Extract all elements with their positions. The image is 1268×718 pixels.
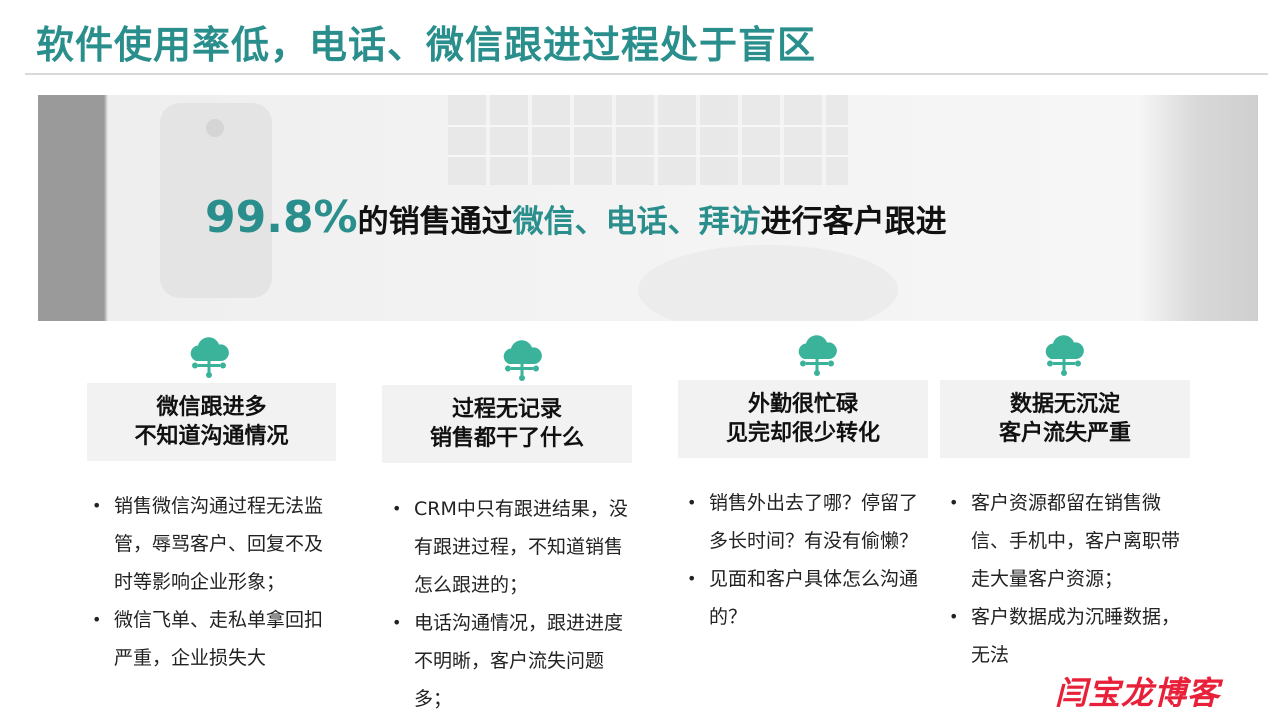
cloud-network-icon bbox=[190, 337, 229, 378]
list-item: CRM中只有跟进结果，没有跟进过程，不知道销售怎么跟进的； bbox=[392, 490, 632, 604]
cloud-network-icon bbox=[503, 340, 542, 381]
banner-phone-camera bbox=[206, 119, 224, 137]
watermark-logo: 闫宝龙博客 bbox=[1055, 674, 1221, 712]
title-divider bbox=[25, 73, 1268, 75]
card-heading-2: 过程无记录 销售都干了什么 bbox=[382, 385, 632, 463]
list-item: 客户资源都留在销售微信、手机中，客户离职带走大量客户资源； bbox=[949, 484, 1189, 598]
banner-hand-image bbox=[638, 245, 898, 321]
list-item: 客户数据成为沉睡数据，无法 bbox=[949, 598, 1189, 674]
card-heading-1: 微信跟进多 不知道沟通情况 bbox=[87, 383, 336, 461]
card-list-2: CRM中只有跟进结果，没有跟进过程，不知道销售怎么跟进的； 电话沟通情况，跟进进… bbox=[392, 490, 632, 718]
banner-keyboard-image bbox=[448, 95, 848, 185]
stat-highlight: 微信、电话、拜访 bbox=[512, 204, 761, 240]
card-heading-4: 数据无沉淀 客户流失严重 bbox=[940, 380, 1190, 458]
card-list-4: 客户资源都留在销售微信、手机中，客户离职带走大量客户资源； 客户数据成为沉睡数据… bbox=[949, 484, 1189, 674]
card-list-1: 销售微信沟通过程无法监管，辱骂客户、回复不及时等影响企业形象； 微信飞单、走私单… bbox=[92, 487, 337, 677]
stat-text-before: 的销售通过 bbox=[357, 204, 513, 240]
list-item: 见面和客户具体怎么沟通的？ bbox=[687, 560, 927, 636]
list-item: 微信飞单、走私单拿回扣严重，企业损失大 bbox=[92, 601, 337, 677]
list-item: 销售外出去了哪？停留了多长时间？有没有偷懒？ bbox=[687, 484, 927, 560]
cloud-network-icon bbox=[798, 335, 837, 376]
stat-text-after: 进行客户跟进 bbox=[760, 204, 947, 240]
list-item: 电话沟通情况，跟进进度不明晰，客户流失问题多； bbox=[392, 604, 632, 718]
hero-statement: 99.8%的销售通过微信、电话、拜访进行客户跟进 bbox=[205, 192, 947, 243]
list-item: 销售微信沟通过程无法监管，辱骂客户、回复不及时等影响企业形象； bbox=[92, 487, 337, 601]
card-heading-3: 外勤很忙碌 见完却很少转化 bbox=[678, 380, 928, 458]
page-title: 软件使用率低，电话、微信跟进过程处于盲区 bbox=[36, 23, 817, 67]
stat-percent: 99.8% bbox=[205, 192, 358, 243]
cloud-network-icon bbox=[1045, 335, 1084, 376]
card-list-3: 销售外出去了哪？停留了多长时间？有没有偷懒？ 见面和客户具体怎么沟通的？ bbox=[687, 484, 927, 636]
